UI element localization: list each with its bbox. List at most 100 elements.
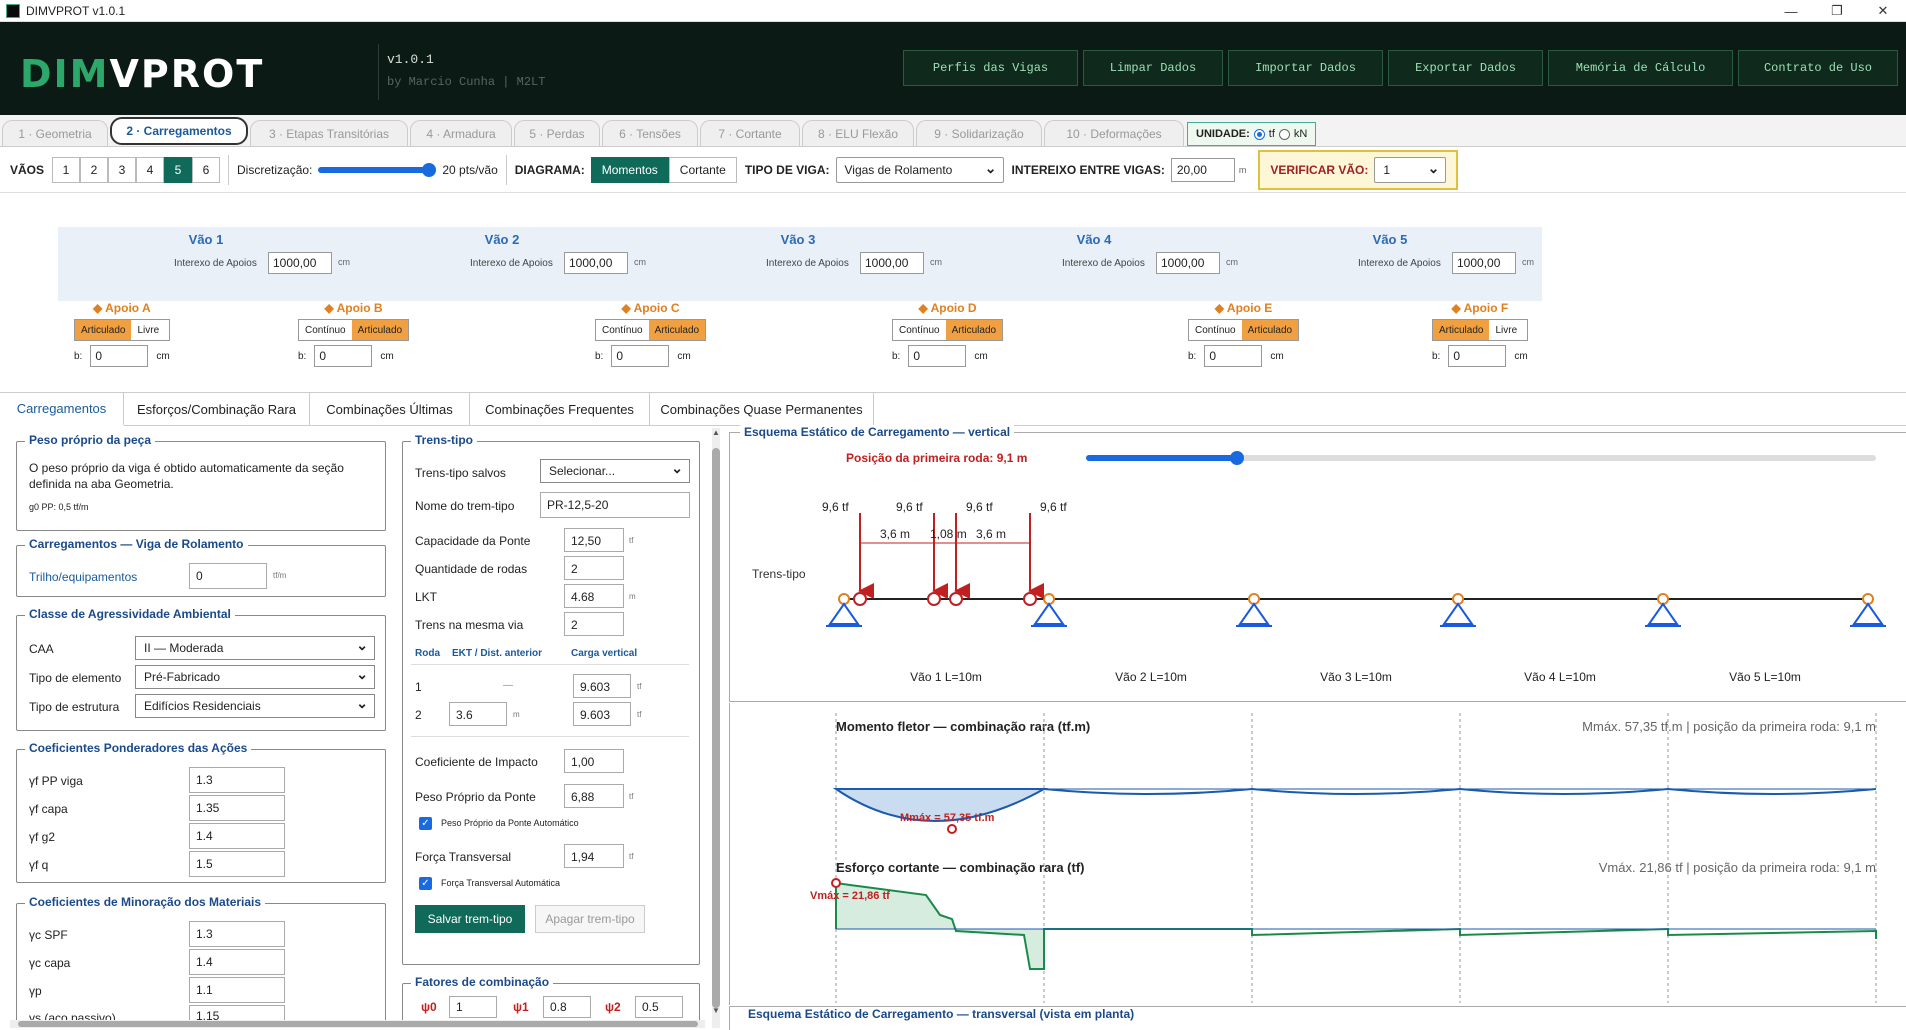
apoio-a-livre[interactable]: Livre: [131, 320, 166, 340]
apoio-b-continuo[interactable]: Contínuo: [299, 320, 352, 340]
gf-g2-input[interactable]: 1.4: [189, 823, 285, 849]
momentos-button[interactable]: Momentos: [590, 156, 669, 183]
trens-via-input[interactable]: 2: [564, 612, 624, 636]
apoio-a-articulado[interactable]: Articulado: [75, 320, 132, 340]
span-3-input[interactable]: 1000,00: [860, 252, 924, 274]
stab-quase-perm[interactable]: Combinações Quase Permanentes: [650, 393, 874, 426]
main-tabs: 1 · Geometria 2 · Carregamentos 3 · Etap…: [0, 115, 1906, 147]
trilho-input[interactable]: 0: [189, 563, 267, 589]
gf-pp-input[interactable]: 1.3: [189, 767, 285, 793]
apoio-a: ◆ Apoio A Articulado Livre b: 0 cm: [74, 301, 170, 367]
apoio-e-articulado[interactable]: Articulado: [1241, 320, 1299, 340]
left-panel-vscroll[interactable]: [712, 428, 720, 1028]
gf-q-input[interactable]: 1.5: [189, 851, 285, 877]
vaos-6-button[interactable]: 6: [192, 156, 221, 183]
discretizacao-slider[interactable]: [318, 162, 437, 177]
left-panel-hscroll[interactable]: [10, 1020, 705, 1028]
roda1-carga-input[interactable]: 9.603: [573, 674, 631, 698]
verificar-vao-select[interactable]: 1: [1374, 156, 1447, 183]
stab-esforcos[interactable]: Esforços/Combinação Rara: [124, 393, 310, 426]
apoio-d-continuo[interactable]: Contínuo: [893, 320, 946, 340]
apoio-e-continuo[interactable]: Contínuo: [1189, 320, 1242, 340]
tab-cortante[interactable]: 7 · Cortante: [700, 120, 800, 146]
apoio-c-continuo[interactable]: Contínuo: [596, 320, 649, 340]
trens-salvos-select[interactable]: Selecionar...: [540, 459, 690, 483]
gc-spf-input[interactable]: 1.3: [189, 921, 285, 947]
forca-transv-input[interactable]: 1,94: [564, 844, 624, 868]
cortante-button[interactable]: Cortante: [668, 156, 737, 183]
peso-auto-checkbox[interactable]: ✓: [419, 817, 432, 830]
apoio-d-articulado[interactable]: Articulado: [945, 320, 1003, 340]
tab-tensoes[interactable]: 6 · Tensões: [602, 120, 698, 146]
stab-ultimas[interactable]: Combinações Últimas: [310, 393, 470, 426]
gp-input[interactable]: 1.1: [189, 977, 285, 1003]
lkt-input[interactable]: 4.68: [564, 584, 624, 608]
importar-button[interactable]: Importar Dados: [1228, 50, 1383, 86]
tab-elu[interactable]: 8 · ELU Flexão: [802, 120, 914, 146]
unit-tf-radio[interactable]: [1253, 128, 1265, 140]
vaos-2-button[interactable]: 2: [80, 156, 109, 183]
gc-capa-input[interactable]: 1.4: [189, 949, 285, 975]
exportar-button[interactable]: Exportar Dados: [1388, 50, 1543, 86]
forca-auto-checkbox[interactable]: ✓: [419, 877, 432, 890]
memoria-button[interactable]: Memória de Cálculo: [1548, 50, 1733, 86]
tab-armadura[interactable]: 4 · Armadura: [410, 120, 512, 146]
apagar-trem-button[interactable]: Apagar trem-tipo: [535, 905, 645, 933]
tab-solidarizacao[interactable]: 9 · Solidarização: [916, 120, 1042, 146]
span-3: Vão 3 Interexo de Apoios 1000,00 cm: [650, 227, 946, 301]
apoio-c-articulado[interactable]: Articulado: [648, 320, 706, 340]
tab-geometria[interactable]: 1 · Geometria: [2, 120, 108, 146]
vaos-3-button[interactable]: 3: [108, 156, 137, 183]
span-4-input[interactable]: 1000,00: [1156, 252, 1220, 274]
vaos-5-button[interactable]: 5: [164, 156, 193, 183]
apoio-d-b-input[interactable]: 0: [908, 345, 967, 367]
peso-ponte-input[interactable]: 6,88: [564, 784, 624, 808]
tab-perdas[interactable]: 5 · Perdas: [514, 120, 600, 146]
qtd-rodas-input[interactable]: 2: [564, 556, 624, 580]
contrato-button[interactable]: Contrato de Uso: [1738, 50, 1898, 86]
unit-kn-radio[interactable]: [1278, 128, 1290, 140]
interixo-input[interactable]: 20,00: [1170, 157, 1235, 182]
apoio-c-b-input[interactable]: 0: [611, 345, 670, 367]
stab-frequentes[interactable]: Combinações Frequentes: [470, 393, 650, 426]
capacidade-input[interactable]: 12,50: [564, 528, 624, 552]
apoio-c: ◆ Apoio C Contínuo Articulado b: 0 cm: [595, 301, 707, 367]
stab-carregamentos[interactable]: Carregamentos: [0, 393, 124, 426]
restore-button[interactable]: ❐: [1814, 0, 1860, 22]
apoio-a-b-input[interactable]: 0: [90, 345, 149, 367]
roda2-ekt-input[interactable]: 3.6: [449, 702, 507, 726]
roda2-carga-input[interactable]: 9.603: [573, 702, 631, 726]
close-button[interactable]: ✕: [1860, 0, 1906, 22]
tab-carregamentos[interactable]: 2 · Carregamentos: [110, 117, 248, 145]
vaos-4-button[interactable]: 4: [136, 156, 165, 183]
gf-capa-input[interactable]: 1.35: [189, 795, 285, 821]
span-1-input[interactable]: 1000,00: [268, 252, 332, 274]
perfis-button[interactable]: Perfis das Vigas: [903, 50, 1078, 86]
tipo-viga-select[interactable]: Vigas de Rolamento: [835, 156, 1004, 183]
span-2-input[interactable]: 1000,00: [564, 252, 628, 274]
tab-deformacoes[interactable]: 10 · Deformações: [1044, 120, 1184, 146]
apoio-b-articulado[interactable]: Articulado: [351, 320, 409, 340]
impacto-input[interactable]: 1,00: [564, 749, 624, 773]
apoio-f-b-input[interactable]: 0: [1448, 345, 1507, 367]
salvar-trem-button[interactable]: Salvar trem-tipo: [415, 905, 525, 933]
psi1-input[interactable]: 0.8: [543, 996, 591, 1018]
psi0-input[interactable]: 1: [449, 996, 497, 1018]
caa-select[interactable]: II — Moderada: [135, 636, 375, 660]
tipo-estrutura-select[interactable]: Edifícios Residenciais: [135, 694, 375, 718]
apoio-f-articulado[interactable]: Articulado: [1433, 320, 1490, 340]
span-5-input[interactable]: 1000,00: [1452, 252, 1516, 274]
tipo-elemento-select[interactable]: Pré-Fabricado: [135, 665, 375, 689]
nome-trem-input[interactable]: PR-12,5-20: [540, 492, 690, 518]
vaos-1-button[interactable]: 1: [52, 156, 81, 183]
esquema-svg: 9,6 tf 9,6 tf 9,6 tf 9,6 tf 3,6 m 1,08 m…: [822, 500, 1886, 684]
scroll-up-arrow[interactable]: ▲: [712, 428, 720, 437]
apoio-b-b-input[interactable]: 0: [314, 345, 373, 367]
minimize-button[interactable]: —: [1768, 0, 1814, 22]
scroll-down-arrow[interactable]: ▼: [712, 1006, 720, 1015]
apoio-e-b-input[interactable]: 0: [1204, 345, 1263, 367]
tab-etapas[interactable]: 3 · Etapas Transitórias: [250, 120, 408, 146]
apoio-f-livre[interactable]: Livre: [1489, 320, 1524, 340]
limpar-button[interactable]: Limpar Dados: [1083, 50, 1223, 86]
psi2-input[interactable]: 0.5: [635, 996, 683, 1018]
